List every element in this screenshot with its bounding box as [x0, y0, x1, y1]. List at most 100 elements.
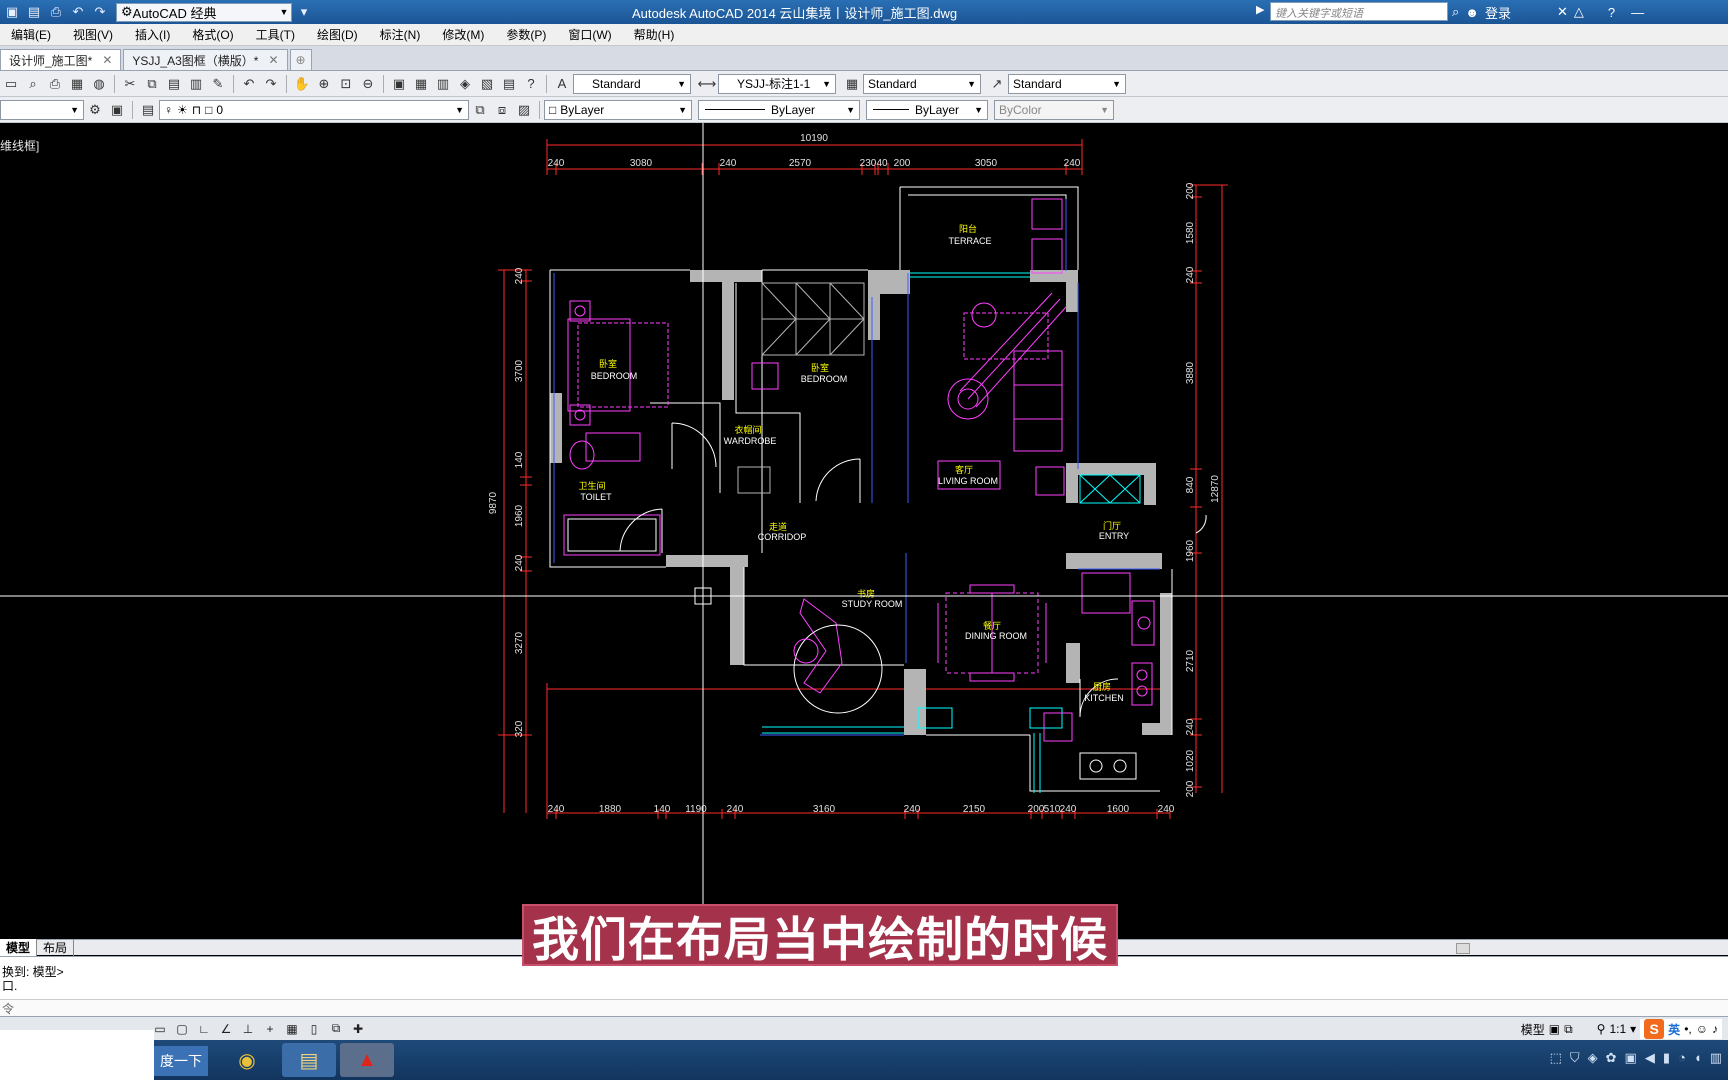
- tab-layout[interactable]: 布局: [37, 939, 75, 956]
- close-icon[interactable]: ✕: [102, 53, 112, 67]
- pan-icon[interactable]: ✋: [292, 74, 312, 94]
- drawing-canvas[interactable]: 维线框] 10190 240 3080 240 2570 230 40 200 …: [0, 123, 1728, 939]
- login-button[interactable]: 登录: [1485, 3, 1511, 22]
- new-tab-icon[interactable]: ⊕: [289, 49, 312, 70]
- help-icon[interactable]: ?: [1608, 5, 1615, 20]
- menu-draw[interactable]: 绘图(D): [306, 26, 369, 43]
- zoom-previous-icon[interactable]: ⊖: [358, 74, 378, 94]
- text-style-select[interactable]: Standard ▼: [573, 73, 691, 94]
- plot-icon[interactable]: ⎙: [45, 74, 65, 94]
- ducs-icon[interactable]: ▦: [282, 1019, 302, 1039]
- table-style-select[interactable]: Standard ▼: [863, 73, 981, 94]
- layer-select[interactable]: ♀ ☀ ⊓ □ 0 ▼: [159, 99, 469, 120]
- properties-icon[interactable]: ▣: [389, 74, 409, 94]
- workspace-mini-select[interactable]: ▼: [0, 99, 84, 120]
- table-style-icon[interactable]: ▦: [842, 74, 862, 94]
- user-icon[interactable]: ☻: [1465, 5, 1479, 20]
- zoom-realtime-icon[interactable]: ⊕: [314, 74, 334, 94]
- layer-manager-icon[interactable]: ▤: [138, 100, 158, 120]
- save-as-icon[interactable]: ▤: [24, 2, 44, 22]
- sogou-icon[interactable]: S: [1644, 1019, 1665, 1039]
- preview-icon[interactable]: ⌕: [23, 74, 43, 94]
- layer-previous-icon[interactable]: ⧈: [492, 100, 512, 120]
- grid-icon[interactable]: ▢: [172, 1019, 192, 1039]
- workspace-select[interactable]: ⚙ AutoCAD 经典 ▼: [116, 2, 292, 22]
- shield-icon[interactable]: ⛉: [1570, 1050, 1580, 1066]
- menu-modify[interactable]: 修改(M): [431, 26, 495, 43]
- lineweight-icon[interactable]: ⧉: [326, 1019, 346, 1039]
- paste-special-icon[interactable]: ▥: [186, 74, 206, 94]
- design-center-icon[interactable]: ▦: [411, 74, 431, 94]
- security-icon[interactable]: ◈: [1588, 1050, 1598, 1066]
- color-select[interactable]: □ ByLayer ▼: [544, 99, 692, 120]
- wifi-icon[interactable]: ◔: [1678, 1050, 1686, 1066]
- polar-icon[interactable]: ∠: [216, 1019, 236, 1039]
- layer-state-icon[interactable]: ▨: [514, 100, 534, 120]
- tool-palettes-icon[interactable]: ▥: [433, 74, 453, 94]
- ime-toolbar[interactable]: S 英 •, ☺ ♪: [1640, 1019, 1722, 1039]
- taskbar-search-button[interactable]: 度一下: [154, 1046, 208, 1076]
- ortho-icon[interactable]: ∟: [194, 1019, 214, 1039]
- expand-icon[interactable]: ▶: [1256, 3, 1264, 16]
- lineweight-select[interactable]: ByLayer ▼: [866, 99, 988, 120]
- annotation-scale-icon[interactable]: ⚲: [1597, 1022, 1606, 1036]
- search-input[interactable]: 键入关键字或短语: [1270, 2, 1448, 21]
- binoculars-icon[interactable]: ⌕: [1452, 4, 1459, 20]
- network-icon[interactable]: ⬚: [1550, 1050, 1562, 1066]
- ime-language[interactable]: 英: [1668, 1021, 1680, 1038]
- gpu-icon[interactable]: ▣: [1625, 1050, 1637, 1066]
- print-icon[interactable]: ⎙: [46, 2, 66, 22]
- chrome-icon[interactable]: ◉: [220, 1043, 274, 1077]
- osnap-icon[interactable]: ⊥: [238, 1019, 258, 1039]
- command-input[interactable]: 令: [0, 999, 1728, 1016]
- menu-help[interactable]: 帮助(H): [623, 26, 686, 43]
- quick-view-icon[interactable]: ⧉: [1564, 1022, 1573, 1037]
- dim-style-icon[interactable]: ⟷: [697, 74, 717, 94]
- globe-icon[interactable]: ◍: [89, 74, 109, 94]
- emoji-icon[interactable]: ☺: [1696, 1022, 1708, 1036]
- menu-edit[interactable]: 编辑(E): [0, 26, 62, 43]
- autocad-taskbar-icon[interactable]: ▲: [340, 1043, 394, 1077]
- zoom-window-icon[interactable]: ⊡: [336, 74, 356, 94]
- redo-icon[interactable]: ↷: [90, 2, 110, 22]
- multileader-style-select[interactable]: Standard ▼: [1008, 73, 1126, 94]
- menu-dimension[interactable]: 标注(N): [369, 26, 432, 43]
- exchange-icon[interactable]: ✕: [1557, 4, 1568, 20]
- otrack-icon[interactable]: +: [260, 1019, 280, 1039]
- chevron-down-icon[interactable]: ▾: [1630, 1022, 1636, 1036]
- help-icon[interactable]: ?: [521, 74, 541, 94]
- menu-window[interactable]: 窗口(W): [557, 26, 622, 43]
- menu-format[interactable]: 格式(O): [181, 26, 244, 43]
- doc-tab-construction[interactable]: 设计师_施工图* ✕: [0, 49, 122, 70]
- settings-icon[interactable]: ✿: [1606, 1050, 1617, 1066]
- layout-icon[interactable]: ▣: [107, 100, 127, 120]
- close-icon[interactable]: ✕: [268, 53, 278, 67]
- open-icon[interactable]: ▭: [1, 74, 21, 94]
- microphone-icon[interactable]: ♪: [1712, 1022, 1718, 1036]
- copy-icon[interactable]: ⧉: [142, 74, 162, 94]
- model-space-label[interactable]: 模型: [1521, 1021, 1545, 1038]
- publish-icon[interactable]: ▦: [67, 74, 87, 94]
- layout-view-icon[interactable]: ▣: [1549, 1022, 1560, 1036]
- qp-icon[interactable]: ✚: [348, 1019, 368, 1039]
- punctuation-icon[interactable]: •,: [1684, 1022, 1692, 1036]
- file-explorer-icon[interactable]: ▤: [282, 1043, 336, 1077]
- doc-tab-frame[interactable]: YSJJ_A3图框（横版）* ✕: [123, 49, 288, 70]
- horizontal-scrollbar[interactable]: [1456, 943, 1470, 954]
- undo-icon[interactable]: ↶: [68, 2, 88, 22]
- minimize-icon[interactable]: —: [1631, 5, 1644, 20]
- tab-model[interactable]: 模型: [0, 939, 38, 956]
- markup-icon[interactable]: ▧: [477, 74, 497, 94]
- battery-icon[interactable]: ▮: [1663, 1050, 1670, 1066]
- menu-tools[interactable]: 工具(T): [245, 26, 306, 43]
- a360-icon[interactable]: △: [1574, 4, 1584, 20]
- redo-icon[interactable]: ↷: [261, 74, 281, 94]
- menu-parametric[interactable]: 参数(P): [495, 26, 557, 43]
- linetype-select[interactable]: ByLayer ▼: [698, 99, 860, 120]
- customize-icon[interactable]: ▾: [294, 2, 314, 22]
- sheet-set-icon[interactable]: ◈: [455, 74, 475, 94]
- calculator-icon[interactable]: ▤: [499, 74, 519, 94]
- dyn-icon[interactable]: ▯: [304, 1019, 324, 1039]
- settings-icon[interactable]: ⚙: [85, 100, 105, 120]
- paste-icon[interactable]: ▤: [164, 74, 184, 94]
